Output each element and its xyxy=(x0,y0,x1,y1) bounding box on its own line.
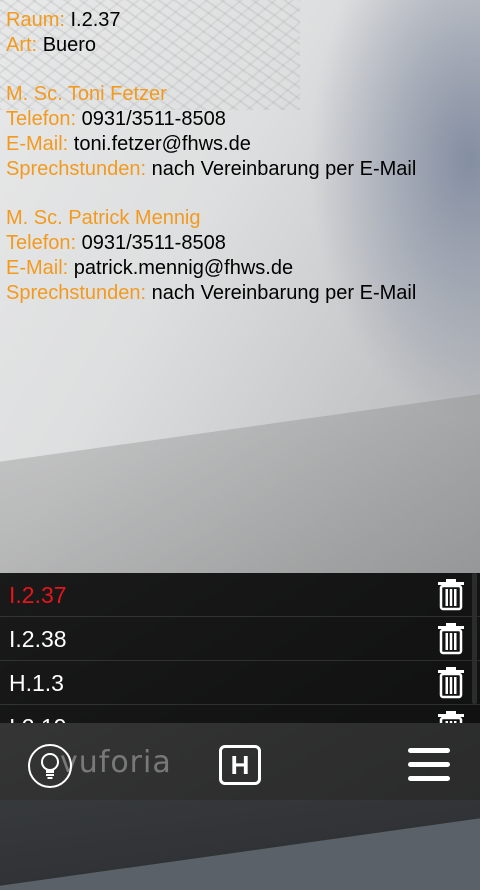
list-item[interactable]: H.1.3 xyxy=(0,661,480,705)
contact-name: M. Sc. Patrick Mennig xyxy=(6,206,201,231)
contact-name: M. Sc. Toni Fetzer xyxy=(6,82,167,107)
art-line: Art: Buero xyxy=(6,33,96,58)
raum-value: I.2.37 xyxy=(70,9,121,31)
room-info-panel: Raum: I.2.37 Art: Buero M. Sc. Toni Fetz… xyxy=(0,0,480,573)
room-list[interactable]: I.2.37 I.2.38 H.1.3 I.2.19 xyxy=(0,573,480,723)
bottom-toolbar: vuforia H xyxy=(0,723,480,800)
email-label: E-Mail: xyxy=(6,133,69,155)
art-label: Art: xyxy=(6,34,38,56)
room-name[interactable]: I.2.19 xyxy=(9,714,67,723)
trash-icon[interactable] xyxy=(436,621,466,655)
sprechstunden-label: Sprechstunden: xyxy=(6,282,147,304)
email-label: E-Mail: xyxy=(6,257,69,279)
art-value: Buero xyxy=(42,34,97,56)
hamburger-menu-icon[interactable] xyxy=(408,748,450,782)
sprechstunden-value: nach Vereinbarung per E-Mail xyxy=(151,158,417,180)
email-value[interactable]: toni.fetzer@fhws.de xyxy=(74,133,251,155)
room-name[interactable]: I.2.37 xyxy=(9,582,67,609)
lightbulb-icon xyxy=(41,753,59,779)
trash-icon[interactable] xyxy=(436,665,466,699)
telefon-label: Telefon: xyxy=(6,108,77,130)
contact-name-text: M. Sc. Patrick Mennig xyxy=(6,207,201,229)
raum-label: Raum: xyxy=(6,9,65,31)
contact-name-text: M. Sc. Toni Fetzer xyxy=(6,83,167,105)
trash-icon[interactable] xyxy=(436,709,466,723)
raum-line: Raum: I.2.37 xyxy=(6,8,121,33)
room-name[interactable]: H.1.3 xyxy=(9,670,64,697)
sprechstunden-label: Sprechstunden: xyxy=(6,158,147,180)
h-button[interactable]: H xyxy=(219,745,261,785)
telefon-line: Telefon: 0931/3511-8508 xyxy=(6,107,226,132)
email-line: E-Mail: patrick.mennig@fhws.de xyxy=(6,256,293,281)
list-item[interactable]: I.2.38 xyxy=(0,617,480,661)
email-line: E-Mail: toni.fetzer@fhws.de xyxy=(6,132,251,157)
sprechstunden-value: nach Vereinbarung per E-Mail xyxy=(151,282,417,304)
telefon-line: Telefon: 0931/3511-8508 xyxy=(6,231,226,256)
email-value[interactable]: patrick.mennig@fhws.de xyxy=(74,257,293,279)
sprechstunden-line: Sprechstunden: nach Vereinbarung per E-M… xyxy=(6,281,416,306)
list-item[interactable]: I.2.19 xyxy=(0,705,480,723)
trash-icon[interactable] xyxy=(436,577,466,611)
lightbulb-button[interactable] xyxy=(28,744,72,788)
vuforia-watermark: vuforia xyxy=(60,745,172,780)
telefon-label: Telefon: xyxy=(6,232,77,254)
telefon-value: 0931/3511-8508 xyxy=(81,232,226,254)
list-scrollbar[interactable] xyxy=(472,573,477,704)
telefon-value: 0931/3511-8508 xyxy=(81,108,226,130)
list-item[interactable]: I.2.37 xyxy=(0,573,480,617)
sprechstunden-line: Sprechstunden: nach Vereinbarung per E-M… xyxy=(6,157,416,182)
room-name[interactable]: I.2.38 xyxy=(9,626,67,653)
